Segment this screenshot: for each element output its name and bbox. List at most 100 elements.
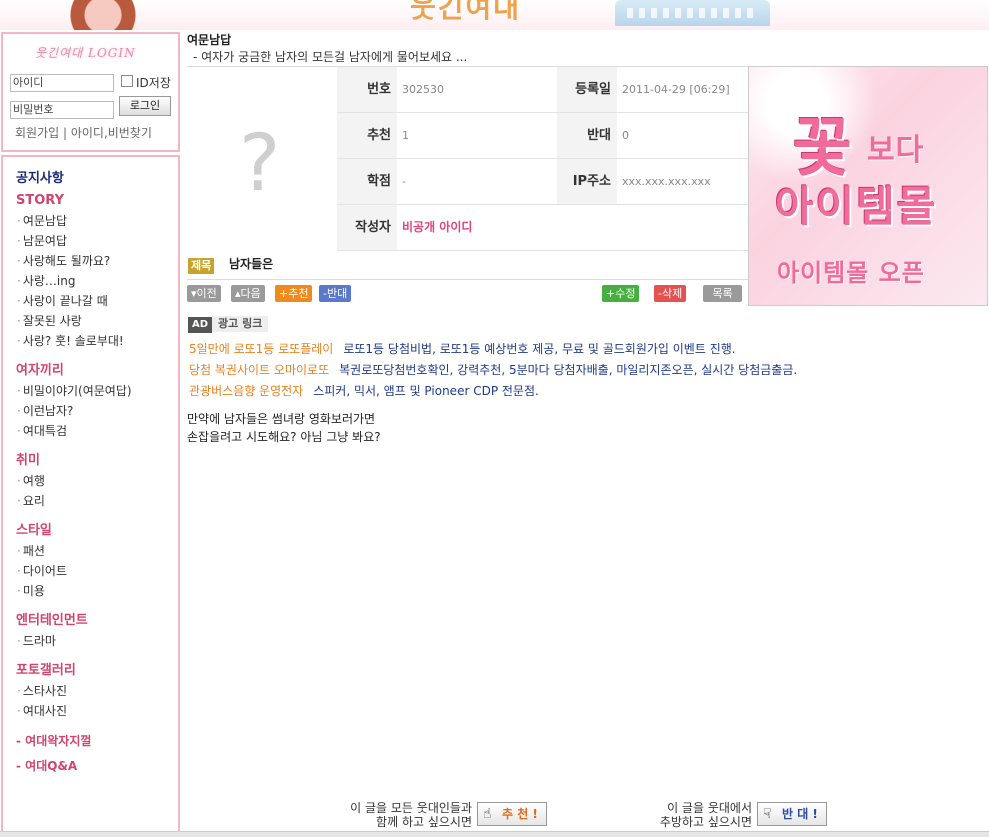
menu-item[interactable]: 잘못된 사랑 <box>16 311 176 331</box>
menu-heading-photo[interactable]: 포토갤러리 <box>16 661 176 681</box>
menu-item[interactable]: 미용 <box>16 581 176 601</box>
oppose-big-button[interactable]: ☟ 반 대 ! <box>757 802 827 826</box>
recommend-big-button[interactable]: ☝ 추 천 ! <box>477 802 547 826</box>
ip-label: IP주소 <box>557 159 617 204</box>
menu-notice[interactable]: 공지사항 <box>16 165 176 189</box>
question-mark-icon: ? <box>239 119 281 209</box>
oppose-count: 0 <box>622 129 629 142</box>
menu-heading-story[interactable]: STORY <box>16 191 176 211</box>
menu-heading-hobby[interactable]: 취미 <box>16 451 176 471</box>
menu-item[interactable]: 여대사진 <box>16 701 176 721</box>
menu-item[interactable]: 사랑…ing <box>16 271 176 291</box>
post-info: ? 번호 302530 등록일 2011-04-29 [06:29] 추천 1 … <box>187 66 748 251</box>
login-title: 웃긴여대 LOGIN <box>35 46 136 60</box>
number-label: 번호 <box>337 67 397 112</box>
menu-item[interactable]: 다이어트 <box>16 561 176 581</box>
menu-item[interactable]: 여대특검 <box>16 421 176 441</box>
ad-link[interactable]: 관광버스음향 운영전자 스피커, 믹서, 앰프 및 Pioneer CDP 전문점… <box>189 382 539 399</box>
subject-tag: 제목 <box>188 258 215 274</box>
info-row-number: 번호 302530 등록일 2011-04-29 [06:29] <box>337 67 748 113</box>
recommend-prompt: 이 글을 모든 웃대인들과 함께 하고 싶으시면 <box>350 801 472 829</box>
post-body: 만약에 남자들은 썸녀랑 영화보러가면 손잡을려고 시도해요? 아님 그냥 봐요… <box>187 412 381 444</box>
menu-item[interactable]: 여행 <box>16 471 176 491</box>
date-label: 등록일 <box>557 67 617 112</box>
subject-row: 제목 남자들은 <box>187 252 748 280</box>
post-date: 2011-04-29 [06:29] <box>622 83 730 96</box>
next-button[interactable]: ▴다음 <box>231 285 265 302</box>
menu-item[interactable]: 이런남자? <box>16 401 176 421</box>
edit-button[interactable]: +수정 <box>602 285 640 302</box>
menu-heading-style[interactable]: 스타일 <box>16 521 176 541</box>
ad-banner-than: 보다 <box>867 133 925 168</box>
menu-heading-girls[interactable]: 여자끼리 <box>16 361 176 381</box>
ad-link[interactable]: 당첨 복권사이트 오마이로또 복권로또당첨번호확인, 강력추천, 5분마다 당첨자… <box>189 361 797 378</box>
thumbs-up-icon: ☝ <box>483 806 492 822</box>
menu-item[interactable]: 드라마 <box>16 631 176 651</box>
password-input[interactable]: 비밀번호 <box>10 101 114 119</box>
info-row-votes: 추천 1 반대 0 <box>337 113 748 159</box>
ip-value: xxx.xxx.xxx.xxx <box>622 175 711 188</box>
ad-link[interactable]: 5일만에 로또1등 로또플레이 로또1등 당첨비법, 로또1등 예상번호 제공, … <box>189 340 736 357</box>
ad-link-desc[interactable]: 스피커, 믹서, 앰프 및 Pioneer CDP 전문점. <box>313 384 539 398</box>
site-logo[interactable]: 웃긴여대 <box>410 0 521 26</box>
ad-banner-opening: 아이템몰 오픈 <box>777 259 925 287</box>
post-subject: 남자들은 <box>229 257 274 271</box>
menu-item[interactable]: 남문여답 <box>16 231 176 251</box>
author-avatar: ? <box>187 67 337 251</box>
post-number: 302530 <box>402 83 444 96</box>
ad-link-name[interactable]: 관광버스음향 운영전자 <box>189 384 303 398</box>
menu-item[interactable]: 여문남답 <box>16 211 176 231</box>
author-name[interactable]: 비공개 아이디 <box>397 205 472 250</box>
menu-item[interactable]: 사랑이 끝나갈 때 <box>16 291 176 311</box>
info-row-author: 작성자 비공개 아이디 <box>337 205 748 251</box>
save-id-label: ID저장 <box>136 76 171 90</box>
oppose-label: 반대 <box>557 113 617 158</box>
menu-item[interactable]: 사랑해도 될까요? <box>16 251 176 271</box>
board-title: 여문남답 <box>187 33 232 47</box>
item-mall-ad-banner[interactable]: 꽃 보다 아이템몰 아이템몰 오픈 <box>748 66 988 306</box>
oppose-prompt: 이 글을 웃대에서 추방하고 싶으시면 <box>659 801 752 829</box>
menu-extra-qa[interactable]: - 여대Q&A <box>16 756 176 776</box>
menu-item[interactable]: 스타사진 <box>16 681 176 701</box>
info-row-school: 학점 - IP주소 xxx.xxx.xxx.xxx <box>337 159 748 205</box>
recommend-label: 추천 <box>337 113 397 158</box>
thumbs-down-icon: ☟ <box>763 806 772 822</box>
login-box: 웃긴여대 LOGIN 아이디 ID저장 비밀번호 로그인 회원가입 | 아이디,… <box>1 32 180 152</box>
recommend-count: 1 <box>402 129 409 142</box>
menu-heading-entertainment[interactable]: 엔터테인먼트 <box>16 611 176 631</box>
login-button[interactable]: 로그인 <box>119 96 171 116</box>
list-button[interactable]: 목록 <box>703 285 742 302</box>
account-links[interactable]: 회원가입 | 아이디,비번찾기 <box>15 124 152 141</box>
ad-link-label: AD 광고 링크 <box>188 316 269 333</box>
delete-button[interactable]: -삭제 <box>654 285 687 302</box>
school-value: - <box>402 175 406 188</box>
menu-item[interactable]: 요리 <box>16 491 176 511</box>
menu-item[interactable]: 비밀이야기(여문여답) <box>16 381 176 401</box>
ad-link-desc[interactable]: 로또1등 당첨비법, 로또1등 예상번호 제공, 무료 및 골드회원가입 이벤트… <box>343 342 735 356</box>
ad-link-name[interactable]: 당첨 복권사이트 오마이로또 <box>189 363 329 377</box>
ad-badge: AD <box>188 317 213 333</box>
recommend-button[interactable]: +추천 <box>275 285 313 302</box>
save-id-checkbox[interactable] <box>121 75 133 87</box>
school-label: 학점 <box>337 159 397 204</box>
menu-item[interactable]: 사랑? 훗! 솔로부대! <box>16 331 176 351</box>
vote-area: 이 글을 모든 웃대인들과 함께 하고 싶으시면 ☝ 추 천 ! 이 글을 웃대에… <box>340 800 840 830</box>
oppose-button[interactable]: -반대 <box>319 285 352 302</box>
mascot-image <box>58 0 148 30</box>
ad-banner-itemmall: 아이템몰 <box>775 182 938 231</box>
window-bottom-bar <box>0 831 989 837</box>
recommend-big-label: 추 천 ! <box>502 807 538 821</box>
author-label: 작성자 <box>337 205 397 250</box>
building-illustration <box>615 0 770 26</box>
ad-link-name[interactable]: 5일만에 로또1등 로또플레이 <box>189 342 333 356</box>
ad-link-desc[interactable]: 복권로또당첨번호확인, 강력추천, 5분마다 당첨자배출, 마일리지존오픈, 실… <box>339 363 797 377</box>
oppose-big-label: 반 대 ! <box>782 807 818 821</box>
ad-link-title: 광고 링크 <box>212 316 269 332</box>
sidebar-menu: 공지사항 STORY 여문남답 남문여답 사랑해도 될까요? 사랑…ing 사랑… <box>1 155 180 837</box>
menu-extra-chat[interactable]: - 여대왁자지껄 <box>16 731 176 751</box>
id-input[interactable]: 아이디 <box>10 74 114 92</box>
top-banner: 웃긴여대 <box>0 0 989 30</box>
menu-item[interactable]: 패션 <box>16 541 176 561</box>
board-subtitle: - 여자가 궁금한 남자의 모든걸 남자에게 물어보세요 ... <box>193 50 468 64</box>
prev-button[interactable]: ▾이전 <box>187 285 221 302</box>
